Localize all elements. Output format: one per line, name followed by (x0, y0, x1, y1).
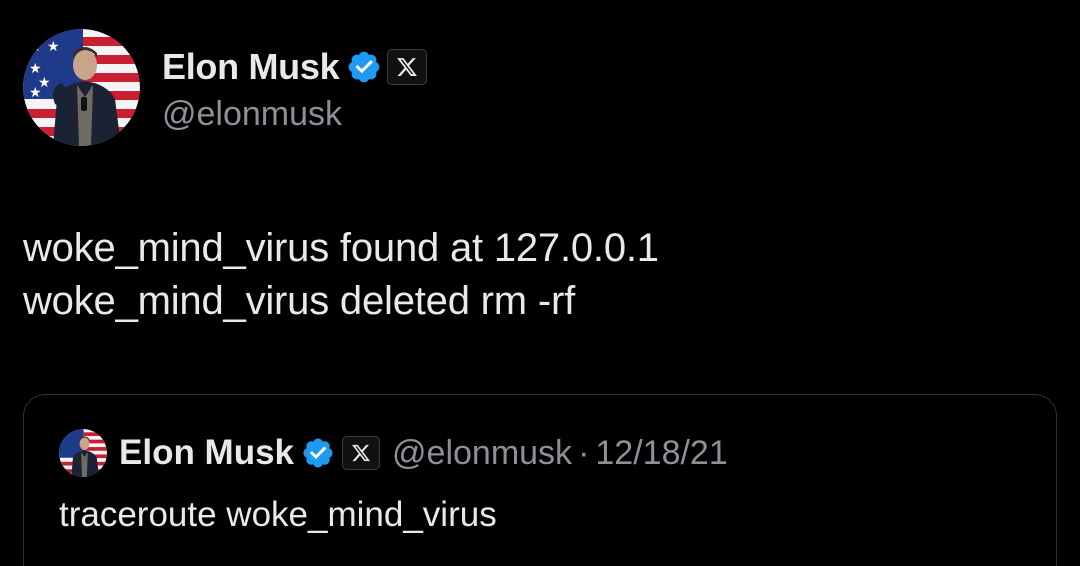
x-logo-icon (352, 444, 371, 462)
quoted-display-name[interactable]: Elon Musk (119, 433, 294, 473)
avatar[interactable]: ★ ★ ★ ★ ★ (23, 29, 140, 146)
tweet-screenshot: ★ ★ ★ ★ ★ Elon Musk @elonmusk woke_mind_… (0, 0, 1080, 566)
quoted-tweet[interactable]: Elon Musk @elonmusk · 12/18/21 tracerout… (23, 394, 1057, 566)
author-info: Elon Musk @elonmusk (162, 41, 428, 134)
separator-dot: · (578, 433, 590, 472)
svg-text:★: ★ (47, 39, 60, 55)
name-row: Elon Musk (162, 45, 428, 89)
verified-badge-icon[interactable] (346, 49, 382, 85)
tweet-text-line: woke_mind_virus found at 127.0.0.1 (23, 226, 659, 270)
quoted-avatar (59, 429, 107, 477)
tweet-text-line: woke_mind_virus deleted rm -rf (23, 279, 575, 323)
quoted-date[interactable]: 12/18/21 (595, 434, 727, 473)
svg-text:★: ★ (29, 39, 42, 55)
quoted-tweet-text: traceroute woke_mind_virus (59, 495, 497, 534)
verified-badge-icon[interactable] (301, 436, 335, 470)
svg-text:★: ★ (29, 85, 42, 101)
author-handle[interactable]: @elonmusk (162, 95, 427, 134)
display-name[interactable]: Elon Musk (162, 46, 340, 88)
tweet-text: woke_mind_virus found at 127.0.0.1 woke_… (23, 222, 659, 328)
affiliate-badge[interactable] (387, 49, 428, 85)
tweet-header: ★ ★ ★ ★ ★ Elon Musk @elonmusk (23, 29, 428, 146)
avatar-photo: ★ ★ ★ ★ ★ (23, 29, 140, 146)
x-logo-icon (397, 58, 418, 76)
quoted-handle[interactable]: @elonmusk (392, 434, 572, 473)
quoted-tweet-header: Elon Musk @elonmusk · 12/18/21 (59, 429, 728, 477)
avatar-photo (59, 429, 107, 477)
affiliate-badge[interactable] (342, 436, 381, 470)
